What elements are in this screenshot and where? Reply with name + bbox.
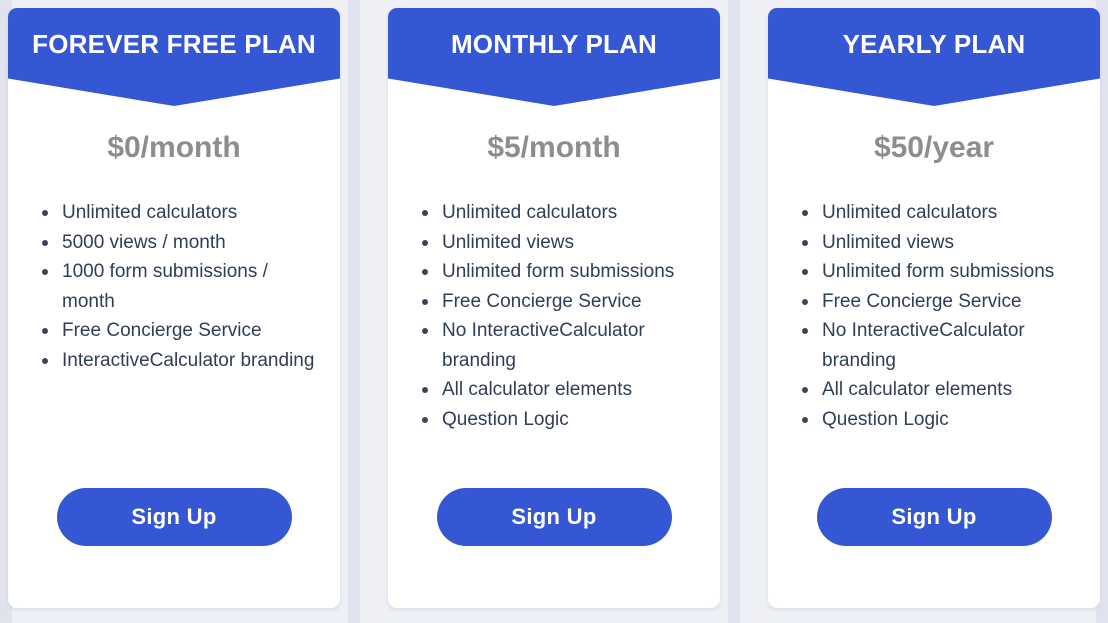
plan-title: MONTHLY PLAN	[450, 29, 658, 59]
list-item: Unlimited calculators	[422, 198, 696, 228]
list-item: Free Concierge Service	[802, 287, 1076, 317]
list-item: Unlimited form submissions	[802, 257, 1076, 287]
sign-up-button[interactable]: Sign Up	[436, 488, 672, 546]
list-item: No InteractiveCalculator branding	[422, 316, 696, 375]
plan-feature-list: Unlimited calculators Unlimited views Un…	[388, 198, 720, 488]
list-item: No InteractiveCalculator branding	[802, 316, 1076, 375]
list-item: All calculator elements	[802, 375, 1076, 405]
list-item: 1000 form submissions / month	[42, 257, 316, 316]
pricing-card-monthly[interactable]: MONTHLY PLAN $5/month Unlimited calculat…	[388, 8, 720, 608]
plan-header: MONTHLY PLAN	[388, 8, 720, 106]
plan-feature-list: Unlimited calculators Unlimited views Un…	[768, 198, 1100, 488]
plan-cta-container: Sign Up	[388, 488, 720, 608]
plan-title: FOREVER FREE PLAN	[32, 29, 316, 59]
list-item: Question Logic	[422, 405, 696, 435]
pricing-card-yearly[interactable]: YEARLY PLAN $50/year Unlimited calculato…	[768, 8, 1100, 608]
sign-up-button[interactable]: Sign Up	[816, 488, 1052, 546]
list-item: 5000 views / month	[42, 228, 316, 258]
plan-cta-container: Sign Up	[8, 488, 340, 608]
list-item: Unlimited calculators	[42, 198, 316, 228]
plan-price: $5/month	[487, 131, 621, 164]
plan-header: YEARLY PLAN	[768, 8, 1100, 106]
plan-header: FOREVER FREE PLAN	[8, 8, 340, 106]
list-item: Question Logic	[802, 405, 1076, 435]
plan-feature-list: Unlimited calculators 5000 views / month…	[8, 198, 340, 488]
pricing-page: FOREVER FREE PLAN $0/month Unlimited cal…	[0, 0, 1108, 623]
list-item: Free Concierge Service	[42, 316, 316, 346]
list-item: InteractiveCalculator branding	[42, 346, 316, 376]
plan-title: YEARLY PLAN	[842, 29, 1026, 59]
list-item: Unlimited views	[422, 228, 696, 258]
list-item: All calculator elements	[422, 375, 696, 405]
plan-cta-container: Sign Up	[768, 488, 1100, 608]
sign-up-button[interactable]: Sign Up	[56, 488, 292, 546]
list-item: Free Concierge Service	[422, 287, 696, 317]
plan-price: $50/year	[873, 131, 995, 164]
list-item: Unlimited form submissions	[422, 257, 696, 287]
pricing-card-forever-free[interactable]: FOREVER FREE PLAN $0/month Unlimited cal…	[8, 8, 340, 608]
pricing-card-list: FOREVER FREE PLAN $0/month Unlimited cal…	[0, 0, 1108, 623]
list-item: Unlimited calculators	[802, 198, 1076, 228]
plan-price: $0/month	[107, 131, 241, 164]
list-item: Unlimited views	[802, 228, 1076, 258]
